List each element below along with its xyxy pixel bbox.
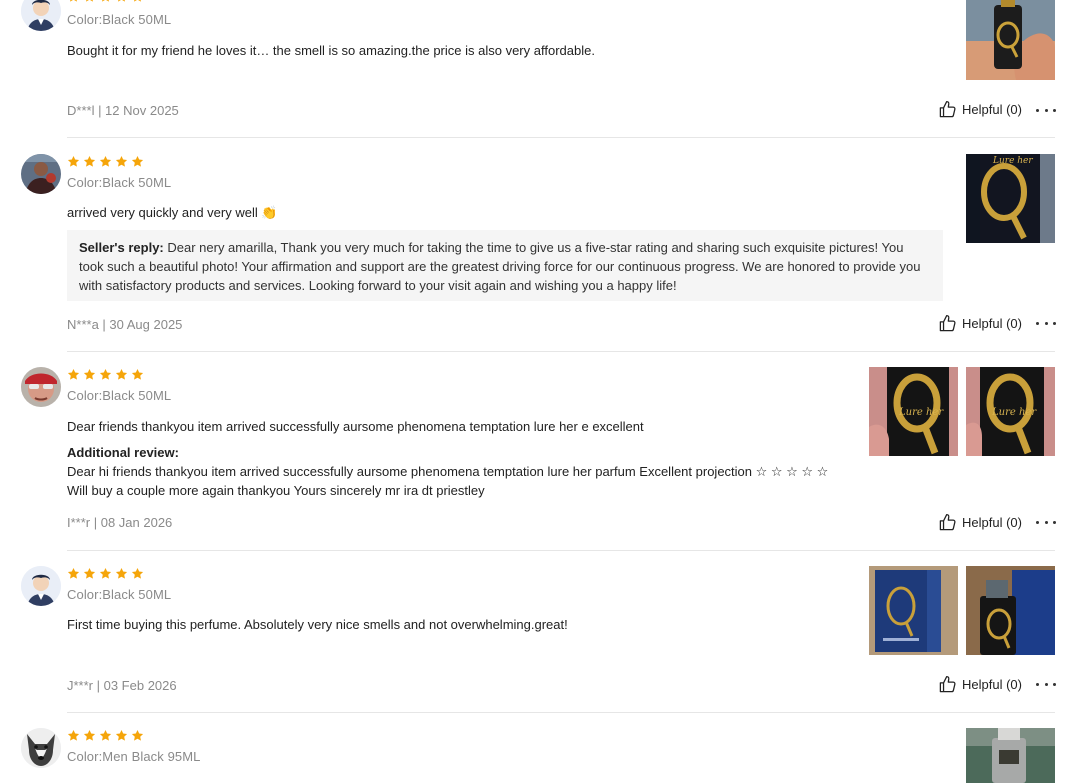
- user-photo-avatar: [21, 154, 61, 194]
- star-icon: [67, 0, 80, 3]
- cartoon-man-avatar: [21, 0, 61, 31]
- seller-reply-label: Seller's reply:: [79, 240, 164, 255]
- more-options-icon[interactable]: [1036, 102, 1056, 118]
- more-options-icon[interactable]: [1036, 514, 1056, 530]
- star-icon: [99, 567, 112, 580]
- star-icon: [131, 729, 144, 742]
- photo-label: Lure her: [991, 407, 1037, 418]
- helpful-label: Helpful (0): [962, 515, 1022, 530]
- reviewer-date: D***l | 12 Nov 2025: [67, 103, 179, 118]
- star-icon: [83, 729, 96, 742]
- helpful-label: Helpful (0): [962, 316, 1022, 331]
- star-icon: [83, 567, 96, 580]
- star-icon: [99, 0, 112, 3]
- thumbs-up-icon: [938, 675, 957, 694]
- helpful-button[interactable]: Helpful (0): [938, 100, 1022, 119]
- helpful-label: Helpful (0): [962, 102, 1022, 117]
- review-photo[interactable]: Lure her: [966, 367, 1055, 456]
- review-photo[interactable]: [966, 566, 1055, 655]
- star-icon: [67, 155, 80, 168]
- star-icon: [99, 155, 112, 168]
- rating-stars: [67, 368, 144, 382]
- helpful-button[interactable]: Helpful (0): [938, 513, 1022, 532]
- star-icon: [83, 0, 96, 3]
- reviewer-date: J***r | 03 Feb 2026: [67, 678, 177, 693]
- husky-dog-avatar: [21, 728, 61, 768]
- star-icon: [99, 368, 112, 381]
- cartoon-man-avatar: [21, 566, 61, 606]
- additional-review-label: Additional review:: [67, 445, 179, 460]
- star-icon: [115, 155, 128, 168]
- variant-color: Color:Black 50ML: [67, 12, 172, 27]
- rating-stars: [67, 567, 144, 581]
- helpful-button[interactable]: Helpful (0): [938, 314, 1022, 333]
- helpful-label: Helpful (0): [962, 677, 1022, 692]
- additional-review-text: Dear hi friends thankyou item arrived su…: [67, 464, 829, 498]
- review-photo[interactable]: [966, 728, 1055, 783]
- review-text: Dear friends thankyou item arrived succe…: [67, 419, 644, 434]
- photo-label: Lure her: [992, 156, 1033, 166]
- star-icon: [83, 155, 96, 168]
- review-text: First time buying this perfume. Absolute…: [67, 617, 568, 632]
- more-options-icon[interactable]: [1036, 315, 1056, 331]
- seller-reply: Seller's reply: Dear nery amarilla, Than…: [67, 230, 943, 301]
- review-photo[interactable]: Lure her: [869, 367, 958, 456]
- thumbs-up-icon: [938, 314, 957, 333]
- divider: [67, 137, 1055, 138]
- star-icon: [115, 567, 128, 580]
- star-icon: [115, 0, 128, 3]
- reviewer-date: I***r | 08 Jan 2026: [67, 515, 173, 530]
- variant-color: Color:Black 50ML: [67, 388, 172, 403]
- more-options-icon[interactable]: [1036, 676, 1056, 692]
- star-icon: [131, 0, 144, 3]
- review-photo[interactable]: [869, 566, 958, 655]
- user-with-glasses-avatar: [21, 367, 61, 407]
- thumbs-up-icon: [938, 513, 957, 532]
- reviewer-date: N***a | 30 Aug 2025: [67, 317, 183, 332]
- divider: [67, 351, 1055, 352]
- rating-stars: [67, 0, 144, 4]
- review-photo[interactable]: Lure her: [966, 154, 1055, 243]
- divider: [67, 712, 1055, 713]
- star-icon: [67, 567, 80, 580]
- photo-label: Lure her: [898, 407, 944, 418]
- star-icon: [131, 567, 144, 580]
- star-icon: [131, 368, 144, 381]
- seller-reply-text: Dear nery amarilla, Thank you very much …: [79, 240, 921, 293]
- variant-color: Color:Black 50ML: [67, 175, 172, 190]
- rating-stars: [67, 155, 144, 169]
- star-icon: [131, 155, 144, 168]
- review-photo[interactable]: [966, 0, 1055, 80]
- variant-color: Color:Men Black 95ML: [67, 749, 201, 764]
- thumbs-up-icon: [938, 100, 957, 119]
- helpful-button[interactable]: Helpful (0): [938, 675, 1022, 694]
- review-text: arrived very quickly and very well 👏: [67, 205, 278, 220]
- star-icon: [115, 368, 128, 381]
- rating-stars: [67, 729, 144, 743]
- divider: [67, 550, 1055, 551]
- variant-color: Color:Black 50ML: [67, 587, 172, 602]
- star-icon: [67, 729, 80, 742]
- star-icon: [99, 729, 112, 742]
- star-icon: [67, 368, 80, 381]
- star-icon: [83, 368, 96, 381]
- review-text: Bought it for my friend he loves it… the…: [67, 43, 595, 58]
- star-icon: [115, 729, 128, 742]
